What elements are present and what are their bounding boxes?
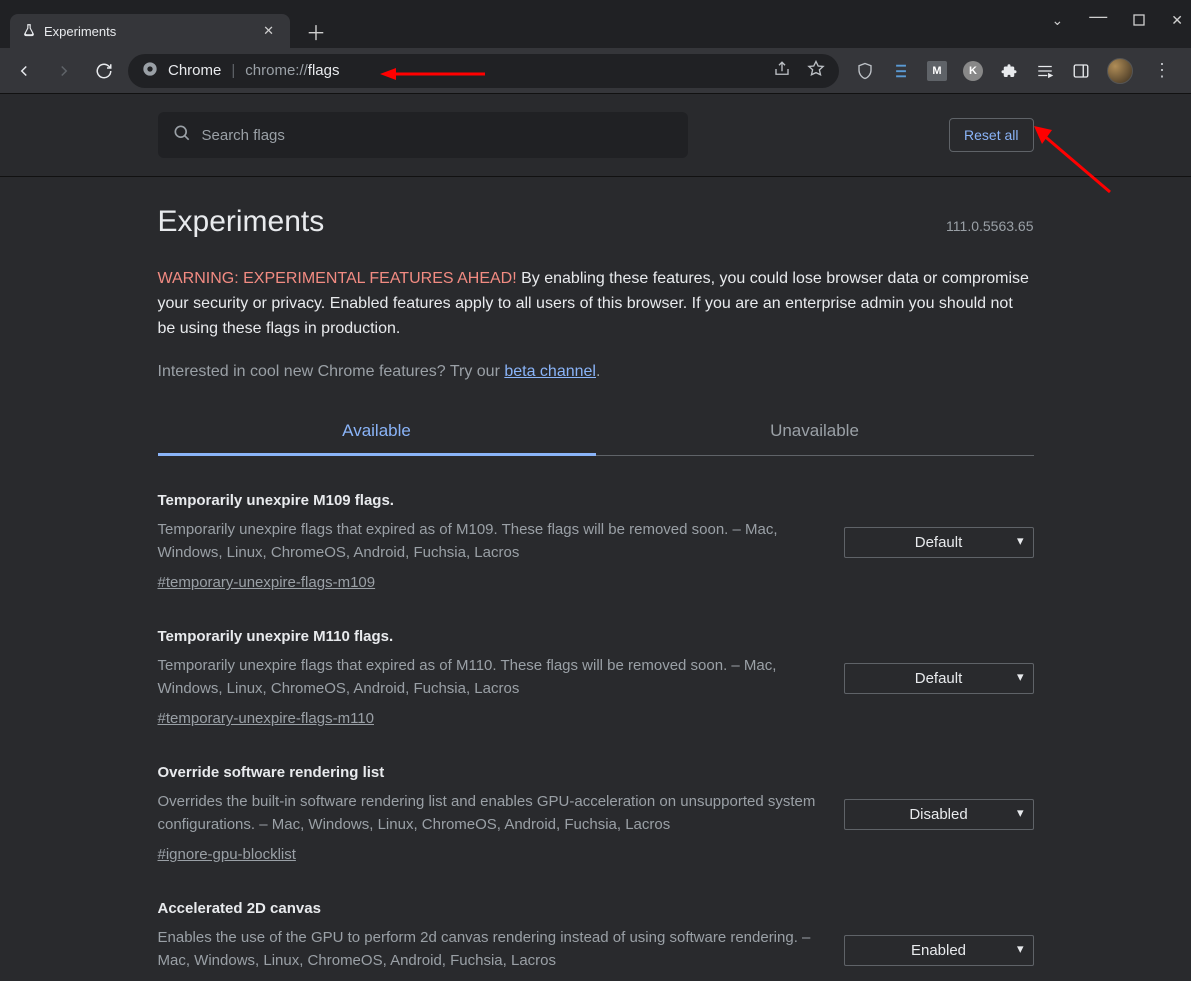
extension-k-icon[interactable]: K	[963, 61, 983, 81]
minimize-icon[interactable]: —	[1089, 6, 1107, 27]
flag-entry: Temporarily unexpire M110 flags. Tempora…	[158, 592, 1034, 728]
search-icon	[172, 123, 192, 148]
sidepanel-icon[interactable]	[1071, 61, 1091, 81]
page-viewport[interactable]: Reset all Experiments 111.0.5563.65 WARN…	[0, 94, 1191, 981]
extension-icon[interactable]: Ⲷ	[891, 61, 911, 81]
page-title: Experiments	[158, 205, 325, 239]
chrome-icon	[142, 61, 158, 81]
extensions-puzzle-icon[interactable]	[999, 61, 1019, 81]
beta-channel-link[interactable]: beta channel	[504, 363, 596, 380]
url-path: flags	[308, 62, 340, 79]
extensions-area: Ⲷ M K ⋮	[847, 58, 1183, 84]
shield-icon[interactable]	[855, 61, 875, 81]
window-controls: ⌄ — ✕	[1052, 10, 1183, 31]
url-separator: |	[231, 62, 235, 79]
maximize-icon[interactable]	[1133, 13, 1145, 29]
browser-tab[interactable]: Experiments ✕	[10, 14, 290, 48]
flag-title: Override software rendering list	[158, 764, 820, 781]
url-scheme: chrome://	[245, 62, 308, 79]
new-tab-button[interactable]: ＋	[306, 17, 326, 46]
warning-text: WARNING: EXPERIMENTAL FEATURES AHEAD! By…	[158, 267, 1034, 341]
close-tab-icon[interactable]: ✕	[259, 23, 278, 39]
flag-title: Temporarily unexpire M109 flags.	[158, 492, 820, 509]
warning-head: WARNING: EXPERIMENTAL FEATURES AHEAD!	[158, 270, 517, 287]
search-flags-input[interactable]	[202, 127, 674, 144]
extension-m-icon[interactable]: M	[927, 61, 947, 81]
reset-all-button[interactable]: Reset all	[949, 118, 1033, 152]
share-icon[interactable]	[773, 60, 791, 82]
flag-anchor-link[interactable]: #ignore-gpu-blocklist	[158, 846, 296, 863]
flag-title: Temporarily unexpire M110 flags.	[158, 628, 820, 645]
flag-description: Overrides the built-in software renderin…	[158, 791, 820, 836]
version-label: 111.0.5563.65	[946, 218, 1033, 234]
flags-list: Temporarily unexpire M109 flags. Tempora…	[158, 456, 1034, 981]
chevron-down-icon[interactable]: ⌄	[1052, 12, 1064, 29]
tab-unavailable[interactable]: Unavailable	[596, 409, 1034, 455]
flask-icon	[22, 23, 36, 40]
tab-available[interactable]: Available	[158, 409, 596, 456]
flag-select[interactable]: Default	[844, 527, 1034, 558]
menu-icon[interactable]: ⋮	[1149, 60, 1175, 81]
content-column: Experiments 111.0.5563.65 WARNING: EXPER…	[158, 177, 1034, 981]
flag-description: Temporarily unexpire flags that expired …	[158, 519, 820, 564]
origin-label: Chrome	[168, 62, 221, 79]
beta-channel-line: Interested in cool new Chrome features? …	[158, 363, 1034, 381]
tab-title: Experiments	[44, 24, 116, 39]
search-flags-wrap	[158, 112, 688, 158]
flag-select[interactable]: Default	[844, 663, 1034, 694]
media-icon[interactable]	[1035, 61, 1055, 81]
flag-select[interactable]: Disabled	[844, 799, 1034, 830]
titlebar: Experiments ✕ ＋ ⌄ — ✕	[0, 0, 1191, 48]
flag-select[interactable]: Enabled	[844, 935, 1034, 966]
bookmark-star-icon[interactable]	[807, 60, 825, 82]
profile-avatar[interactable]	[1107, 58, 1133, 84]
flag-description: Enables the use of the GPU to perform 2d…	[158, 927, 820, 972]
flag-description: Temporarily unexpire flags that expired …	[158, 655, 820, 700]
interested-suffix: .	[596, 363, 600, 380]
forward-button[interactable]	[48, 55, 80, 87]
flag-anchor-link[interactable]: #temporary-unexpire-flags-m110	[158, 710, 374, 727]
flag-title: Accelerated 2D canvas	[158, 900, 820, 917]
flag-entry: Accelerated 2D canvas Enables the use of…	[158, 864, 1034, 981]
address-bar[interactable]: Chrome | chrome://flags	[128, 54, 839, 88]
flags-tabs: Available Unavailable	[158, 409, 1034, 456]
flags-header-bar: Reset all	[0, 94, 1191, 177]
interested-prefix: Interested in cool new Chrome features? …	[158, 363, 505, 380]
flag-entry: Override software rendering list Overrid…	[158, 728, 1034, 864]
flag-anchor-link[interactable]: #temporary-unexpire-flags-m109	[158, 574, 376, 591]
browser-toolbar: Chrome | chrome://flags Ⲷ M K	[0, 48, 1191, 94]
reload-button[interactable]	[88, 55, 120, 87]
close-window-icon[interactable]: ✕	[1171, 12, 1183, 29]
flag-entry: Temporarily unexpire M109 flags. Tempora…	[158, 456, 1034, 592]
back-button[interactable]	[8, 55, 40, 87]
